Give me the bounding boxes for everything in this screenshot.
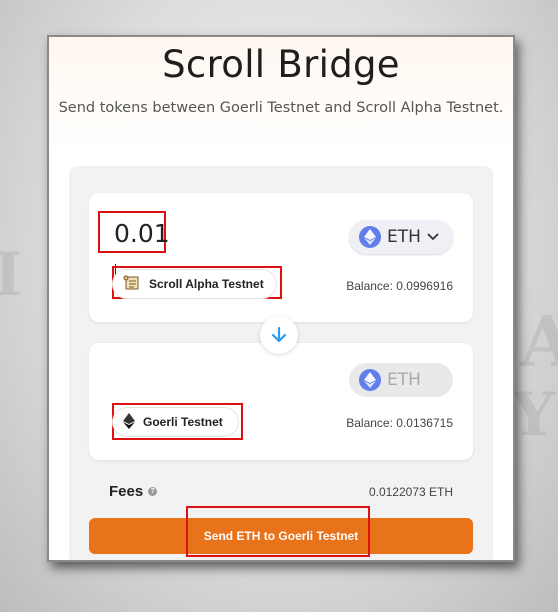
ethereum-icon — [123, 412, 135, 432]
bridge-window: Scroll Bridge Send tokens between Goerli… — [47, 35, 515, 562]
scroll-parchment-icon — [123, 275, 141, 294]
page-subtitle: Send tokens between Goerli Testnet and S… — [58, 100, 504, 116]
fees-label-text: Fees — [109, 483, 144, 500]
to-chain-selector[interactable]: Goerli Testnet — [112, 407, 239, 437]
from-token-selector[interactable]: ETH — [349, 220, 453, 254]
arrow-down-icon — [271, 326, 287, 343]
to-chain-label: Goerli Testnet — [143, 415, 223, 429]
fees-value: 0.0122073 ETH — [368, 485, 453, 499]
background-watermark: A — [520, 300, 558, 383]
ethereum-icon — [359, 226, 381, 248]
fees-label: Fees ? — [109, 483, 158, 500]
from-chain-label: Scroll Alpha Testnet — [149, 277, 264, 291]
amount-value: 0.01 — [114, 219, 170, 248]
to-token-display: ETH — [349, 363, 453, 397]
send-highlight — [186, 506, 370, 557]
from-chain-selector[interactable]: Scroll Alpha Testnet — [112, 269, 277, 299]
to-balance: Balance: 0.0136715 — [346, 416, 453, 430]
ethereum-icon — [359, 369, 381, 391]
from-card: 0.01 ETH Scroll Alpha Testnet Balance: 0… — [89, 193, 473, 322]
to-card: ETH Goerli Testnet Balance: 0.0136715 — [89, 343, 473, 460]
info-icon[interactable]: ? — [148, 487, 158, 496]
background-watermark: Y — [512, 380, 555, 450]
amount-input[interactable]: 0.01 — [98, 211, 170, 290]
page-title: Scroll Bridge — [162, 43, 400, 86]
from-token-label: ETH — [387, 227, 421, 247]
swap-direction-button[interactable] — [260, 316, 298, 354]
to-token-label: ETH — [387, 370, 421, 390]
from-balance: Balance: 0.0996916 — [346, 279, 453, 293]
background-watermark: I — [0, 240, 23, 310]
bridge-panel: 0.01 ETH Scroll Alpha Testnet Balance: 0… — [69, 166, 493, 560]
chevron-down-icon — [427, 233, 439, 241]
